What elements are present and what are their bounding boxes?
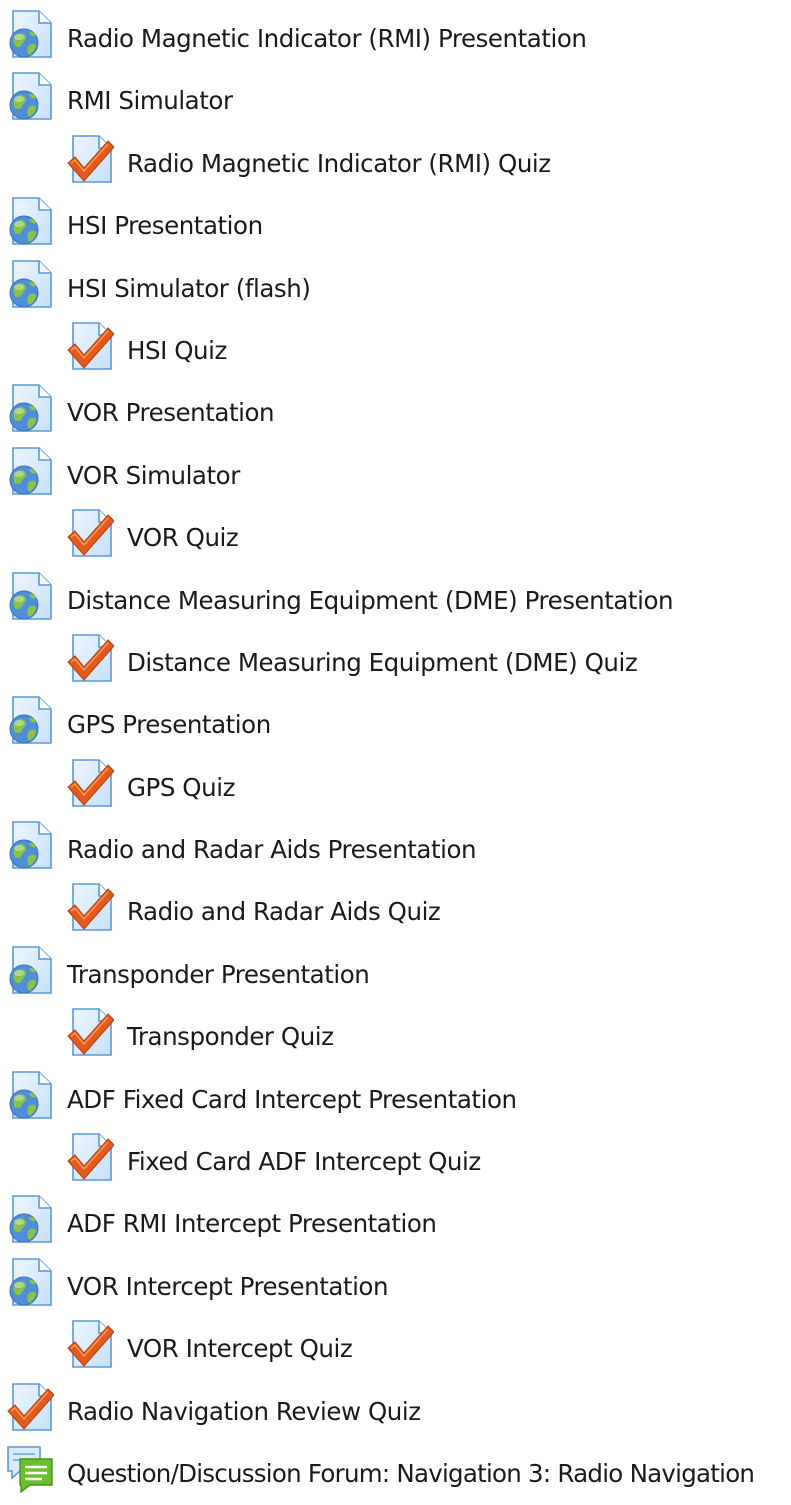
activity-link[interactable]: Distance Measuring Equipment (DME) Quiz xyxy=(127,647,638,679)
activity-item-url[interactable]: Transponder Presentation xyxy=(0,944,791,1006)
activity-item-quiz[interactable]: VOR Quiz xyxy=(0,507,791,569)
quiz-check-icon xyxy=(66,1133,114,1181)
globe-page-icon xyxy=(6,10,54,58)
globe-page-icon xyxy=(6,571,54,620)
activity-link[interactable]: RMI Simulator xyxy=(67,85,233,117)
activity-link[interactable]: Distance Measuring Equipment (DME) Prese… xyxy=(67,585,674,617)
activity-item-url[interactable]: Radio and Radar Aids Presentation xyxy=(0,819,791,881)
quiz-check-icon xyxy=(66,883,114,932)
activity-link[interactable]: Radio Magnetic Indicator (RMI) Presentat… xyxy=(67,23,587,55)
activity-link[interactable]: VOR Intercept Quiz xyxy=(127,1333,353,1365)
activity-item-url[interactable]: HSI Presentation xyxy=(0,195,791,257)
globe-page-icon xyxy=(6,259,54,308)
activity-link[interactable]: Transponder Presentation xyxy=(67,959,370,991)
activity-link[interactable]: VOR Simulator xyxy=(67,460,240,492)
forum-speech-bubble-icon xyxy=(6,1445,54,1493)
activity-link[interactable]: Question/Discussion Forum: Navigation 3:… xyxy=(67,1458,755,1490)
activity-link[interactable]: Radio Magnetic Indicator (RMI) Quiz xyxy=(127,148,551,180)
activity-item-quiz[interactable]: Radio and Radar Aids Quiz xyxy=(0,881,791,943)
quiz-check-icon xyxy=(66,322,114,370)
activity-link[interactable]: Fixed Card ADF Intercept Quiz xyxy=(127,1146,481,1178)
quiz-check-icon xyxy=(66,758,114,807)
globe-page-icon xyxy=(6,1195,54,1244)
globe-page-icon xyxy=(6,946,54,994)
globe-page-icon xyxy=(6,72,54,121)
globe-page-icon xyxy=(6,1258,54,1306)
quiz-check-icon xyxy=(66,634,114,682)
activity-item-url[interactable]: ADF RMI Intercept Presentation xyxy=(0,1193,791,1255)
globe-page-icon xyxy=(6,1070,54,1119)
activity-link[interactable]: VOR Quiz xyxy=(127,522,239,554)
activity-item-quiz[interactable]: Radio Navigation Review Quiz xyxy=(0,1381,791,1443)
activity-item-quiz[interactable]: HSI Quiz xyxy=(0,320,791,382)
quiz-check-icon xyxy=(66,134,114,183)
activity-item-forum[interactable]: Question/Discussion Forum: Navigation 3:… xyxy=(0,1443,791,1505)
activity-link[interactable]: VOR Presentation xyxy=(67,397,275,429)
activity-item-url[interactable]: GPS Presentation xyxy=(0,694,791,756)
activity-item-url[interactable]: VOR Presentation xyxy=(0,382,791,444)
quiz-check-icon xyxy=(66,1320,114,1369)
quiz-check-icon xyxy=(66,1008,114,1057)
globe-page-icon xyxy=(6,696,54,745)
activity-link[interactable]: HSI Quiz xyxy=(127,335,227,367)
activity-item-url[interactable]: HSI Simulator (flash) xyxy=(0,258,791,320)
course-activity-list: Radio Magnetic Indicator (RMI) Presentat… xyxy=(0,8,791,1505)
activity-item-url[interactable]: VOR Simulator xyxy=(0,445,791,507)
globe-page-icon xyxy=(6,446,54,495)
activity-link[interactable]: GPS Quiz xyxy=(127,772,235,804)
activity-link[interactable]: ADF Fixed Card Intercept Presentation xyxy=(67,1084,517,1116)
activity-link[interactable]: Transponder Quiz xyxy=(127,1021,334,1053)
activity-item-quiz[interactable]: GPS Quiz xyxy=(0,757,791,819)
activity-item-quiz[interactable]: VOR Intercept Quiz xyxy=(0,1318,791,1380)
activity-link[interactable]: Radio Navigation Review Quiz xyxy=(67,1396,421,1428)
activity-item-url[interactable]: ADF Fixed Card Intercept Presentation xyxy=(0,1069,791,1131)
activity-link[interactable]: Radio and Radar Aids Quiz xyxy=(127,896,441,928)
activity-link[interactable]: GPS Presentation xyxy=(67,709,271,741)
activity-link[interactable]: VOR Intercept Presentation xyxy=(67,1271,389,1303)
activity-item-url[interactable]: VOR Intercept Presentation xyxy=(0,1256,791,1318)
activity-item-quiz[interactable]: Distance Measuring Equipment (DME) Quiz xyxy=(0,632,791,694)
activity-link[interactable]: ADF RMI Intercept Presentation xyxy=(67,1208,437,1240)
activity-link[interactable]: HSI Simulator (flash) xyxy=(67,273,311,305)
globe-page-icon xyxy=(6,821,54,869)
activity-item-url[interactable]: Distance Measuring Equipment (DME) Prese… xyxy=(0,570,791,632)
activity-link[interactable]: HSI Presentation xyxy=(67,210,263,242)
quiz-check-icon xyxy=(6,1382,54,1431)
globe-page-icon xyxy=(6,384,54,433)
quiz-check-icon xyxy=(66,509,114,557)
activity-link[interactable]: Radio and Radar Aids Presentation xyxy=(67,834,477,866)
activity-item-quiz[interactable]: Fixed Card ADF Intercept Quiz xyxy=(0,1131,791,1193)
activity-item-url[interactable]: Radio Magnetic Indicator (RMI) Presentat… xyxy=(0,8,791,70)
activity-item-quiz[interactable]: Transponder Quiz xyxy=(0,1006,791,1068)
globe-page-icon xyxy=(6,197,54,245)
activity-item-url[interactable]: RMI Simulator xyxy=(0,70,791,132)
activity-item-quiz[interactable]: Radio Magnetic Indicator (RMI) Quiz xyxy=(0,133,791,195)
